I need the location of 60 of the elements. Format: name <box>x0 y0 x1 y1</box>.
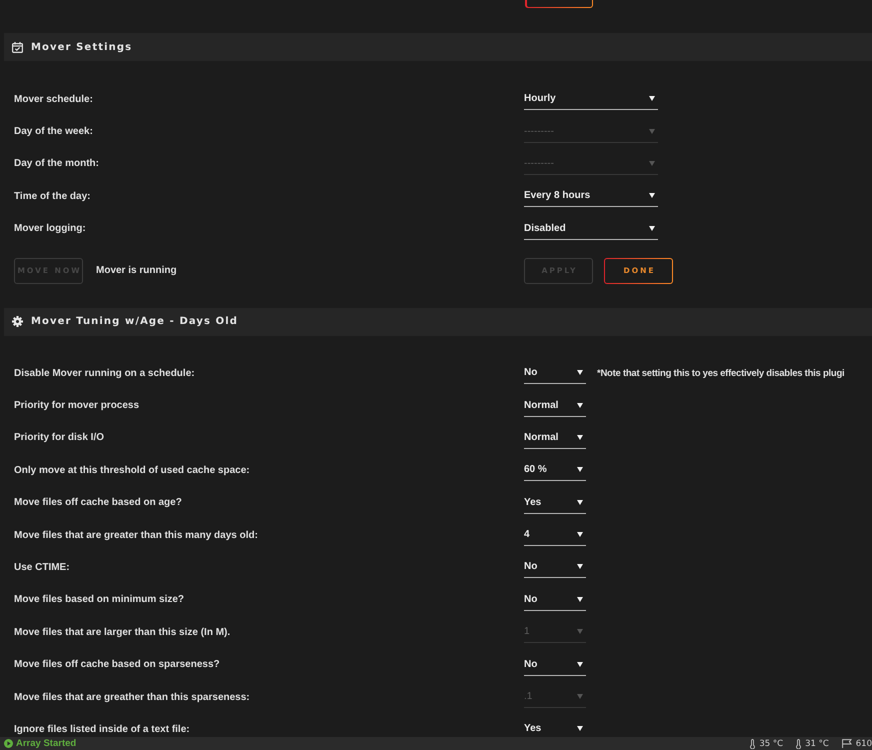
caret-icon <box>649 160 655 166</box>
caret-icon <box>577 434 583 440</box>
dropdown[interactable]: Every 8 hours <box>524 185 658 208</box>
caret-icon <box>577 596 583 602</box>
caret-icon <box>649 226 655 231</box>
mover-status: Mover is running <box>96 265 177 276</box>
caret-icon <box>577 402 583 408</box>
setting-label: Move files that are greater than this many days old: <box>14 530 258 541</box>
temperature-reading: 35 °C <box>759 738 784 748</box>
dropdown[interactable]: 4 <box>524 524 586 546</box>
caret-icon <box>577 467 583 472</box>
setting-label: Move files off cache based on age? <box>14 497 182 508</box>
flag-icon <box>842 739 852 748</box>
caret-icon <box>577 662 583 667</box>
caret-icon <box>577 726 583 732</box>
dropdown[interactable]: Disabled <box>524 218 658 240</box>
caret-icon <box>577 694 583 700</box>
section-title: Mover Tuning w/Age - Days Old <box>31 316 238 328</box>
setting-label: Ignore files listed inside of a text file: <box>14 724 190 735</box>
caret-icon <box>649 96 655 102</box>
setting-label: Move files based on minimum size? <box>14 594 184 606</box>
caret-icon <box>577 629 583 634</box>
cut-off-button[interactable] <box>525 0 593 8</box>
setting-label: Day of the month: <box>14 158 99 170</box>
caret-icon <box>577 370 583 376</box>
caret-icon <box>649 193 655 198</box>
dropdown[interactable]: No <box>524 588 586 611</box>
note-text: *Note that setting this to yes effectively disables this plugi <box>597 368 844 379</box>
temperature-reading: 31 °C <box>805 738 829 748</box>
setting-label: Move files that are larger than this size (In M). <box>14 626 230 638</box>
dropdown[interactable]: 60 % <box>524 459 586 482</box>
setting-label: Time of the day: <box>14 190 90 202</box>
setting-label: Priority for disk I/O <box>14 432 104 444</box>
dropdown[interactable]: Normal <box>524 426 586 449</box>
dropdown[interactable]: Normal <box>524 394 586 417</box>
dropdown[interactable]: No <box>524 654 586 676</box>
thermometer-icon <box>750 738 756 748</box>
setting-label: Use CTIME: <box>14 562 70 573</box>
calendar-check-icon <box>12 42 23 52</box>
dropdown[interactable]: Yes <box>524 492 586 514</box>
setting-label: Mover logging: <box>14 223 86 234</box>
section-title: Mover Settings <box>31 42 132 52</box>
caret-icon <box>577 564 583 570</box>
dropdown[interactable]: No <box>524 556 586 578</box>
caret-icon <box>577 500 583 505</box>
setting-label: Day of the week: <box>14 126 93 138</box>
array-status: Array Started <box>16 738 76 749</box>
setting-label: Move files off cache based on sparseness? <box>14 659 220 670</box>
dropdown[interactable]: No <box>524 362 586 384</box>
setting-label: Disable Mover running on a schedule: <box>14 368 195 379</box>
caret-icon <box>649 128 655 134</box>
caret-icon <box>577 532 583 538</box>
gear-icon <box>12 316 23 328</box>
dropdown[interactable]: Hourly <box>524 88 658 110</box>
setting-label: Only move at this threshold of used cache space: <box>14 464 250 476</box>
flag-count: 610 <box>856 738 872 748</box>
setting-label: Mover schedule: <box>14 94 93 105</box>
thermometer-icon <box>796 738 802 748</box>
setting-label: Move files that are greather than this sparseness: <box>14 692 250 703</box>
setting-label: Priority for mover process <box>14 400 140 412</box>
